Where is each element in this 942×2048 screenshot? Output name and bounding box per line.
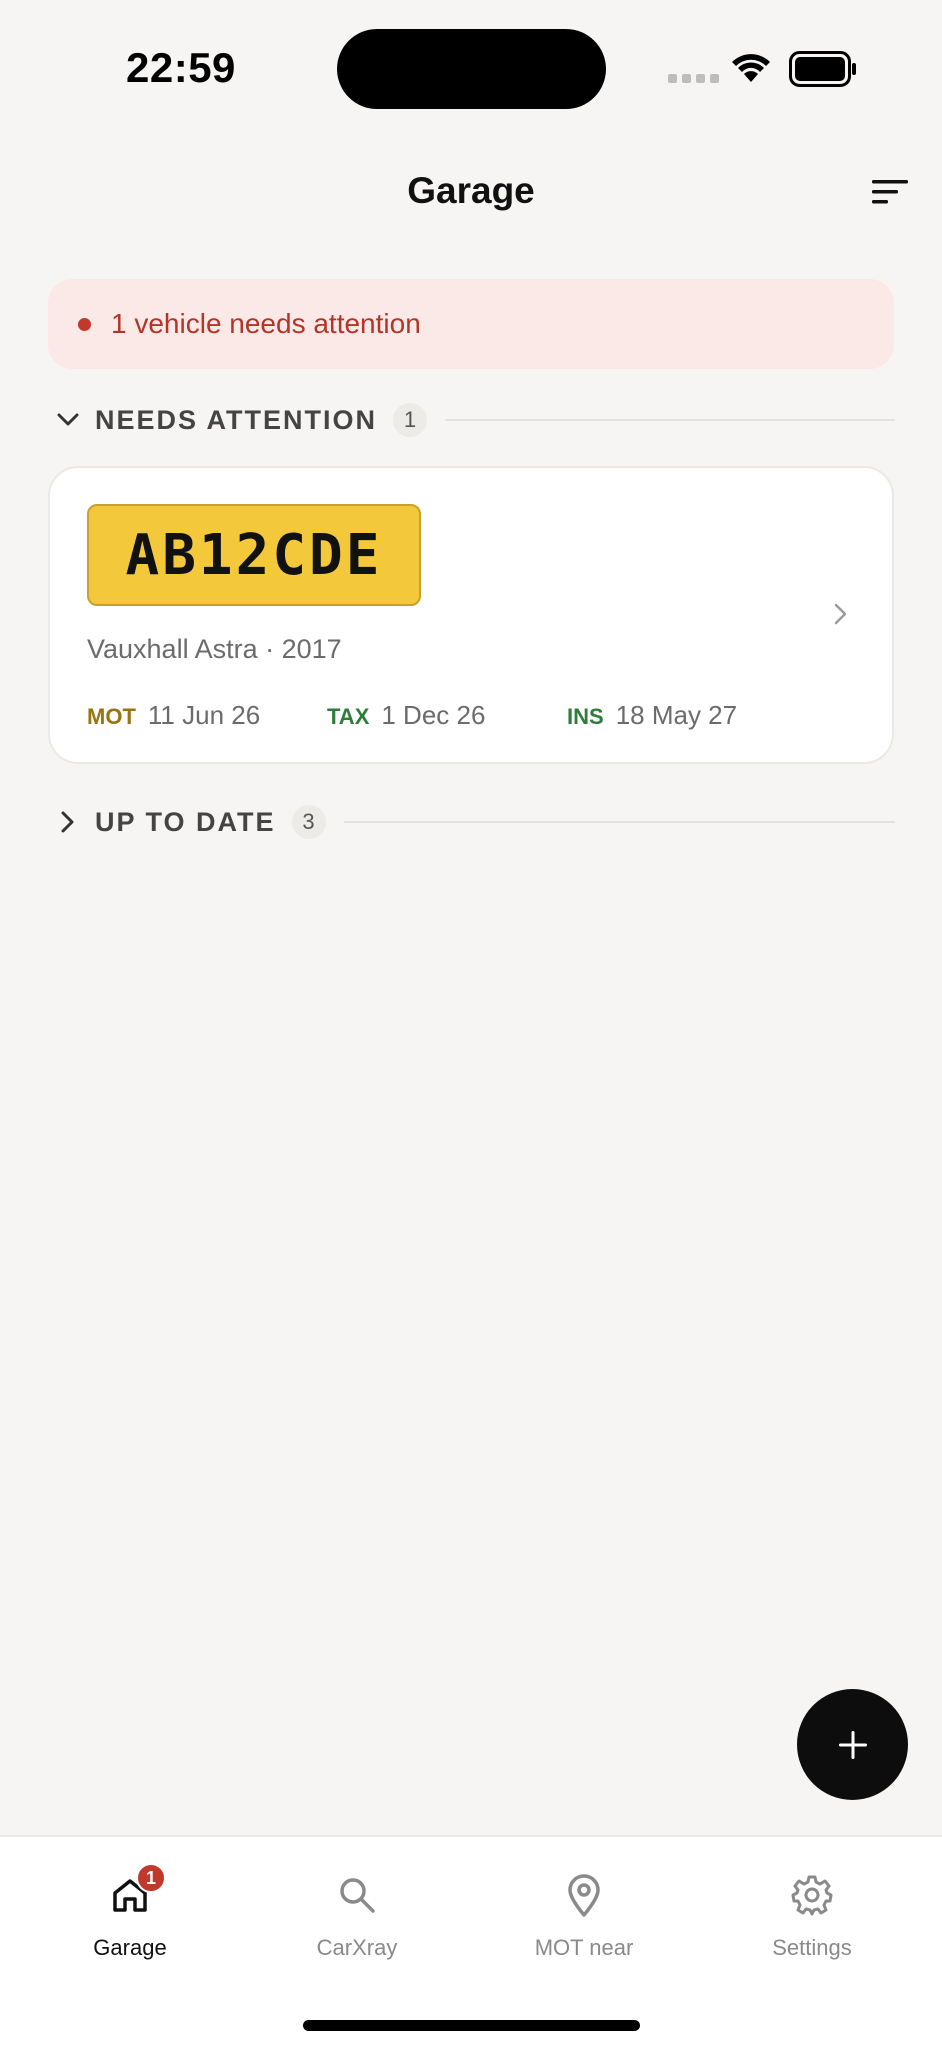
nav-item-garage[interactable]: 1 Garage (40, 1863, 220, 1981)
section-count-badge: 3 (291, 805, 326, 839)
chevron-down-icon (55, 407, 81, 433)
add-vehicle-button[interactable] (797, 1689, 908, 1800)
section-title: UP TO DATE (95, 806, 276, 837)
tax-tag: TAX (327, 704, 370, 729)
section-divider (343, 821, 895, 823)
nav-label: Settings (772, 1935, 852, 1960)
chevron-right-icon (834, 603, 847, 625)
insurance-date: INS 18 May 27 (567, 700, 737, 731)
battery-icon (789, 51, 856, 87)
wifi-icon (732, 54, 770, 82)
sort-button[interactable] (866, 170, 916, 214)
mot-value: 11 Jun 26 (147, 700, 261, 730)
status-time: 22:59 (126, 44, 236, 91)
section-header-needs-attention[interactable]: NEEDS ATTENTION 1 (55, 400, 895, 440)
nav-item-settings[interactable]: Settings (722, 1871, 902, 1981)
plus-icon (838, 1730, 867, 1759)
vehicle-dates-row: MOT 11 Jun 26 TAX 1 Dec 26 INS 18 May 27 (87, 700, 867, 736)
search-icon (333, 1871, 381, 1919)
nav-item-carxray[interactable]: CarXray (267, 1871, 447, 1981)
nav-item-mot-near[interactable]: MOT near (494, 1871, 674, 1981)
ins-value: 18 May 27 (615, 700, 738, 730)
home-icon: 1 (106, 1863, 166, 1919)
status-bar: 22:59 (0, 0, 942, 140)
vehicle-model: Vauxhall Astra · 2017 (87, 634, 342, 664)
section-header-up-to-date[interactable]: UP TO DATE 3 (55, 802, 895, 842)
dynamic-island (337, 29, 606, 109)
tax-value: 1 Dec 26 (381, 700, 486, 730)
sort-icon (872, 180, 908, 204)
notification-badge: 1 (136, 1863, 166, 1893)
mot-date: MOT 11 Jun 26 (87, 700, 260, 731)
gear-icon (788, 1871, 836, 1919)
nav-label: Garage (93, 1935, 167, 1960)
home-indicator (303, 2020, 640, 2031)
section-title: NEEDS ATTENTION (95, 404, 378, 435)
nav-label: CarXray (316, 1935, 398, 1960)
bottom-nav: 1 Garage CarXray MOT near Settings (0, 1835, 942, 2048)
nav-label: MOT near (534, 1935, 634, 1960)
vehicle-card[interactable]: AB12CDE Vauxhall Astra · 2017 MOT 11 Jun… (48, 466, 894, 764)
location-pin-icon (560, 1871, 608, 1919)
attention-alert-banner[interactable]: 1 vehicle needs attention (48, 279, 894, 369)
cellular-signal-icon (668, 74, 719, 83)
mot-tag: MOT (87, 704, 136, 729)
number-plate: AB12CDE (87, 504, 421, 606)
ins-tag: INS (567, 704, 604, 729)
page-title: Garage (407, 170, 535, 211)
section-divider (445, 419, 895, 421)
alert-dot-icon (78, 317, 91, 331)
alert-text: 1 vehicle needs attention (111, 308, 421, 339)
chevron-right-icon (55, 809, 81, 835)
tax-date: TAX 1 Dec 26 (327, 700, 485, 731)
section-count-badge: 1 (393, 403, 428, 437)
